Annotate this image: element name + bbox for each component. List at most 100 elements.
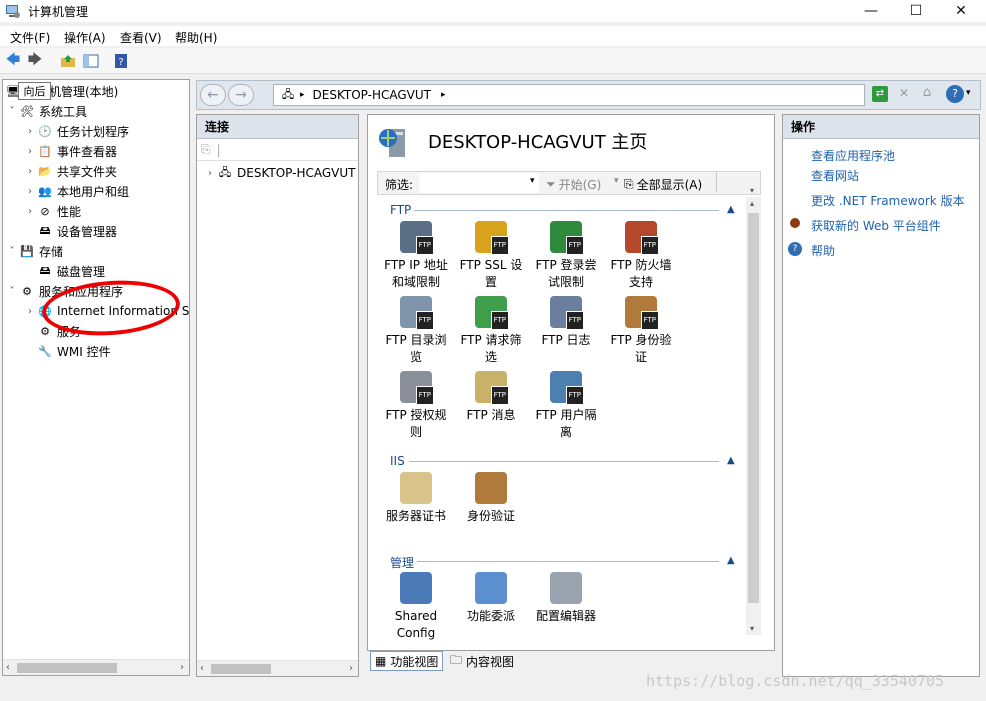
back-arrow-icon[interactable]: 🡄 — [3, 51, 23, 71]
ftp-badge: FTP — [565, 236, 584, 255]
action-help[interactable]: 帮助 — [811, 242, 835, 259]
collapse-icon[interactable]: ▲ — [727, 204, 735, 215]
feature-label: FTP 消息 — [466, 408, 516, 422]
action-web-platform[interactable]: 获取新的 Web 平台组件 — [811, 217, 941, 234]
tab-content-view[interactable]: 🗀 内容视图 — [446, 651, 518, 671]
collapse-icon[interactable]: ▲ — [727, 455, 735, 466]
group-iis[interactable]: IIS — [390, 454, 405, 468]
filter-input[interactable] — [419, 173, 539, 193]
feature-item[interactable]: FTP FTP 登录尝 试限制 — [530, 221, 602, 291]
help-icon[interactable]: ? — [946, 85, 964, 103]
stop-icon[interactable]: ✕ — [896, 86, 912, 102]
tree-item[interactable]: › 🕑 任务计划程序 — [23, 121, 129, 141]
address-bar[interactable]: 🖧 ▸ DESKTOP-HCAGVUT ▸ — [273, 84, 865, 106]
chevron-icon[interactable]: › — [23, 166, 37, 177]
tree-hscrollbar[interactable]: ‹ › — [3, 659, 189, 675]
feature-item[interactable]: FTP FTP SSL 设置 — [455, 221, 527, 291]
toolbar — [0, 48, 986, 74]
menu-file[interactable]: 文件(F) — [10, 29, 50, 46]
scroll-thumb[interactable] — [211, 664, 271, 674]
feature-label: FTP 日志 — [541, 333, 591, 347]
chevron-icon[interactable]: › — [23, 186, 37, 197]
menu-action[interactable]: 操作(A) — [64, 29, 106, 46]
tree-node-icon: 🔧 — [38, 344, 52, 358]
chevron-icon[interactable]: ˅ — [5, 286, 19, 297]
ftp-badge: FTP — [640, 311, 659, 330]
tree-node-icon: ⊘ — [40, 204, 50, 218]
iis-forward-button[interactable]: → — [228, 84, 254, 106]
chevron-right-icon[interactable]: › — [203, 168, 217, 179]
feature-item[interactable]: 配置编辑器 — [530, 572, 602, 625]
connections-hscrollbar[interactable]: ‹ › — [197, 660, 358, 676]
refresh-icon[interactable]: ⇄ — [872, 86, 888, 102]
show-hide-tree-icon[interactable] — [81, 51, 101, 71]
chevron-icon[interactable]: ˅ — [5, 246, 19, 257]
server-icon: 🖧 — [281, 87, 295, 101]
chevron-icon[interactable]: › — [23, 126, 37, 137]
action-change-net-version[interactable]: 更改 .NET Framework 版本 — [811, 192, 965, 209]
feature-item[interactable]: 身份验证 — [455, 472, 527, 525]
close-button[interactable]: ✕ — [938, 0, 984, 22]
feature-item[interactable]: FTP FTP 授权规则 — [380, 371, 452, 441]
show-all-button[interactable]: ⎘ 全部显示(A) — [624, 176, 702, 193]
tree-item[interactable]: › 📋 事件查看器 — [23, 141, 117, 161]
chevron-icon[interactable]: › — [23, 306, 37, 317]
feature-item[interactable]: 服务器证书 — [380, 472, 452, 525]
maximize-button[interactable]: ☐ — [893, 0, 939, 22]
tree-item[interactable]: › 👥 本地用户和组 — [23, 181, 129, 201]
home-icon[interactable]: ⌂ — [918, 85, 936, 103]
menu-help[interactable]: 帮助(H) — [175, 29, 217, 46]
action-view-sites[interactable]: 查看网站 — [811, 167, 859, 184]
tab-features-view[interactable]: ▦ 功能视图 — [370, 651, 444, 671]
tree-item-label: 共享文件夹 — [57, 164, 118, 179]
feature-item[interactable]: FTP FTP 目录浏览 — [380, 296, 452, 366]
menu-view[interactable]: 查看(V) — [120, 29, 162, 46]
tree-item[interactable]: › 📂 共享文件夹 — [23, 161, 117, 181]
tree-item[interactable]: ˅ 💾 存储 — [5, 241, 64, 261]
group-management[interactable]: 管理 — [390, 554, 414, 571]
chevron-icon[interactable]: ˅ — [5, 106, 19, 117]
tree-item[interactable]: 🖴 设备管理器 — [23, 221, 117, 241]
scroll-thumb[interactable] — [748, 213, 759, 603]
ftp-badge: FTP — [415, 311, 434, 330]
features-vscrollbar[interactable]: ▴ ▾ — [746, 197, 761, 635]
chevron-down-icon[interactable]: ▾ — [530, 176, 535, 186]
iis-back-button[interactable]: ← — [200, 84, 226, 106]
feature-label: 则 — [409, 425, 422, 439]
connect-icon[interactable]: ⎘ — [201, 142, 211, 157]
feature-item[interactable]: FTP FTP 用户隔离 — [530, 371, 602, 441]
minimize-button[interactable]: — — [848, 0, 894, 22]
up-folder-icon[interactable] — [58, 51, 78, 71]
chevron-down-icon[interactable]: ▾ — [614, 176, 619, 186]
tree-node-icon: 👥 — [38, 184, 52, 198]
chevron-down-icon[interactable]: ▾ — [750, 186, 754, 195]
auth-user-icon — [475, 472, 507, 504]
tree-item[interactable]: 🖴 磁盘管理 — [23, 261, 105, 281]
tree-item[interactable]: › ⊘ 性能 — [23, 201, 81, 221]
tree-node-icon: 📂 — [38, 164, 52, 178]
tree-item-label: 本地用户和组 — [57, 184, 130, 199]
chevron-down-icon[interactable]: ▾ — [966, 88, 971, 98]
forward-arrow-icon[interactable]: 🡆 — [25, 51, 45, 71]
feature-item[interactable]: FTP FTP 请求筛选 — [455, 296, 527, 366]
watermark: https://blog.csdn.net/qq_33540705 — [646, 672, 945, 690]
chevron-icon[interactable]: › — [23, 206, 37, 217]
feature-item[interactable]: FTP FTP 身份验证 — [605, 296, 677, 366]
chevron-icon[interactable]: › — [23, 146, 37, 157]
group-ftp[interactable]: FTP — [390, 203, 411, 217]
collapse-icon[interactable]: ▲ — [727, 555, 735, 566]
help-book-icon[interactable]: ? — [111, 51, 131, 71]
feature-item[interactable]: FTP FTP 防火墙 支持 — [605, 221, 677, 291]
feature-item[interactable]: Shared Config — [380, 572, 452, 642]
tree-item[interactable]: ˅ 🛠 系统工具 — [5, 101, 88, 121]
feature-item[interactable]: FTP FTP 日志 — [530, 296, 602, 349]
feature-item[interactable]: FTP FTP 消息 — [455, 371, 527, 424]
action-view-app-pools[interactable]: 查看应用程序池 — [811, 147, 895, 164]
go-button[interactable]: ⏷ 开始(G) — [546, 176, 601, 193]
scroll-thumb[interactable] — [17, 663, 117, 673]
feature-item[interactable]: 功能委派 — [455, 572, 527, 625]
feature-item[interactable]: FTP FTP IP 地址 和域限制 — [380, 221, 452, 291]
feature-label: 功能委派 — [466, 609, 515, 623]
connections-node[interactable]: › 🖧 DESKTOP-HCAGVUT — [203, 165, 355, 181]
tree-item[interactable]: 🔧 WMI 控件 — [23, 341, 110, 361]
